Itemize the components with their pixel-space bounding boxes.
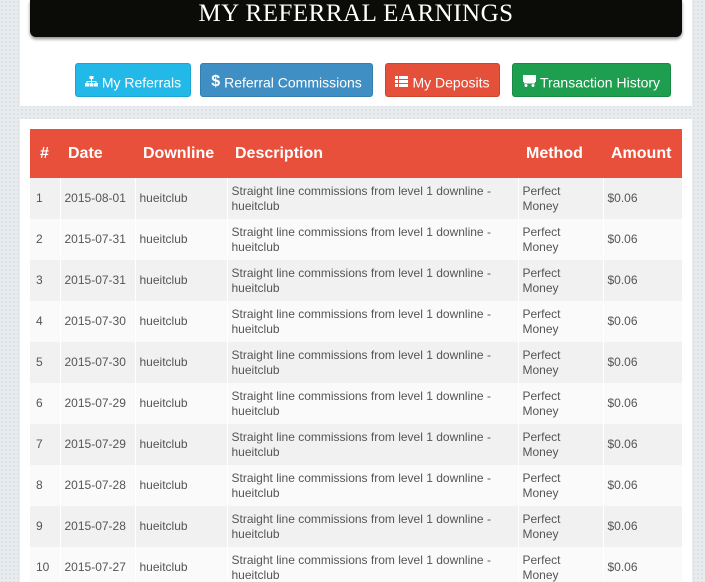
row-description: Straight line commissions from level 1 d…	[226, 506, 518, 547]
row-date: 2015-07-31	[59, 260, 135, 301]
row-date: 2015-07-30	[59, 342, 135, 383]
my-referrals-button[interactable]: My Referrals	[75, 63, 191, 97]
row-downline: hueitclub	[134, 260, 227, 301]
transaction-history-label: Transaction History	[539, 74, 661, 91]
table-row: 8 2015-07-28 hueitclub Straight line com…	[30, 465, 682, 506]
row-amount: $0.06	[602, 342, 682, 383]
row-description: Straight line commissions from level 1 d…	[226, 383, 518, 424]
row-method: Perfect Money	[517, 178, 603, 219]
row-downline: hueitclub	[134, 219, 227, 260]
row-description: Straight line commissions from level 1 d…	[226, 547, 518, 582]
row-amount: $0.06	[602, 547, 682, 582]
row-amount: $0.06	[602, 424, 682, 465]
row-method: Perfect Money	[517, 465, 603, 506]
earnings-table: # Date Downline Description Method Amoun…	[30, 129, 682, 582]
row-description: Straight line commissions from level 1 d…	[226, 260, 518, 301]
table-row: 4 2015-07-30 hueitclub Straight line com…	[30, 301, 682, 342]
header-panel: MY REFERRAL EARNINGS My Referrals $ Refer…	[20, 0, 692, 106]
row-number: 4	[36, 314, 43, 328]
row-method: Perfect Money	[517, 547, 603, 582]
row-method: Perfect Money	[517, 342, 603, 383]
row-number: 10	[36, 560, 50, 574]
row-downline: hueitclub	[134, 506, 227, 547]
row-amount: $0.06	[602, 383, 682, 424]
cart-icon	[522, 65, 536, 99]
row-number: 6	[36, 396, 43, 410]
table-row: 6 2015-07-29 hueitclub Straight line com…	[30, 383, 682, 424]
row-number: 1	[36, 191, 43, 205]
sitemap-icon	[84, 65, 98, 99]
row-date: 2015-07-29	[59, 383, 135, 424]
row-number: 2	[36, 232, 43, 246]
table-row: 9 2015-07-28 hueitclub Straight line com…	[30, 506, 682, 547]
row-method: Perfect Money	[517, 260, 603, 301]
row-method: Perfect Money	[517, 506, 603, 547]
row-date: 2015-07-27	[59, 547, 135, 582]
my-referrals-label: My Referrals	[101, 74, 182, 91]
row-number: 7	[36, 437, 43, 451]
dollar-icon: $	[211, 73, 221, 91]
table-row: 3 2015-07-31 hueitclub Straight line com…	[30, 260, 682, 301]
column-header-method: Method	[526, 144, 583, 162]
row-amount: $0.06	[602, 506, 682, 547]
table-row: 10 2015-07-27 hueitclub Straight line co…	[30, 547, 682, 582]
row-downline: hueitclub	[134, 342, 227, 383]
row-amount: $0.06	[602, 301, 682, 342]
row-description: Straight line commissions from level 1 d…	[226, 342, 518, 383]
row-method: Perfect Money	[517, 301, 603, 342]
row-number: 5	[36, 355, 43, 369]
row-method: Perfect Money	[517, 383, 603, 424]
table-header-row: # Date Downline Description Method Amoun…	[30, 129, 682, 178]
table-row: 7 2015-07-29 hueitclub Straight line com…	[30, 424, 682, 465]
row-date: 2015-07-29	[59, 424, 135, 465]
row-amount: $0.06	[602, 465, 682, 506]
row-description: Straight line commissions from level 1 d…	[226, 219, 518, 260]
page-title: MY REFERRAL EARNINGS	[198, 0, 514, 27]
row-method: Perfect Money	[517, 219, 603, 260]
row-amount: $0.06	[602, 219, 682, 260]
list-icon	[395, 65, 409, 99]
my-deposits-label: My Deposits	[412, 74, 490, 91]
table-row: 5 2015-07-30 hueitclub Straight line com…	[30, 342, 682, 383]
row-date: 2015-07-30	[59, 301, 135, 342]
row-date: 2015-07-31	[59, 219, 135, 260]
column-header-amount: Amount	[611, 144, 672, 162]
row-description: Straight line commissions from level 1 d…	[226, 465, 518, 506]
my-deposits-button[interactable]: My Deposits	[385, 63, 500, 97]
title-bar: MY REFERRAL EARNINGS	[30, 0, 682, 37]
transaction-history-button[interactable]: Transaction History	[512, 63, 671, 97]
row-amount: $0.06	[602, 260, 682, 301]
row-date: 2015-07-28	[59, 506, 135, 547]
referral-commissions-label: Referral Commissions	[224, 74, 362, 91]
row-date: 2015-08-01	[59, 178, 135, 219]
column-header-date: Date	[68, 144, 103, 162]
row-downline: hueitclub	[134, 383, 227, 424]
referral-commissions-button[interactable]: $ Referral Commissions	[200, 63, 373, 97]
row-description: Straight line commissions from level 1 d…	[226, 178, 518, 219]
row-downline: hueitclub	[134, 424, 227, 465]
row-description: Straight line commissions from level 1 d…	[226, 424, 518, 465]
table-row: 2 2015-07-31 hueitclub Straight line com…	[30, 219, 682, 260]
row-method: Perfect Money	[517, 424, 603, 465]
row-date: 2015-07-28	[59, 465, 135, 506]
row-number: 3	[36, 273, 43, 287]
row-description: Straight line commissions from level 1 d…	[226, 301, 518, 342]
row-downline: hueitclub	[134, 465, 227, 506]
table-panel: # Date Downline Description Method Amoun…	[20, 119, 692, 582]
row-downline: hueitclub	[134, 301, 227, 342]
row-number: 9	[36, 519, 43, 533]
row-downline: hueitclub	[134, 547, 227, 582]
row-downline: hueitclub	[134, 178, 227, 219]
row-number: 8	[36, 478, 43, 492]
column-header-description: Description	[235, 144, 324, 162]
row-amount: $0.06	[602, 178, 682, 219]
table-row: 1 2015-08-01 hueitclub Straight line com…	[30, 178, 682, 219]
column-header-number: #	[40, 144, 49, 162]
column-header-downline: Downline	[143, 144, 215, 162]
